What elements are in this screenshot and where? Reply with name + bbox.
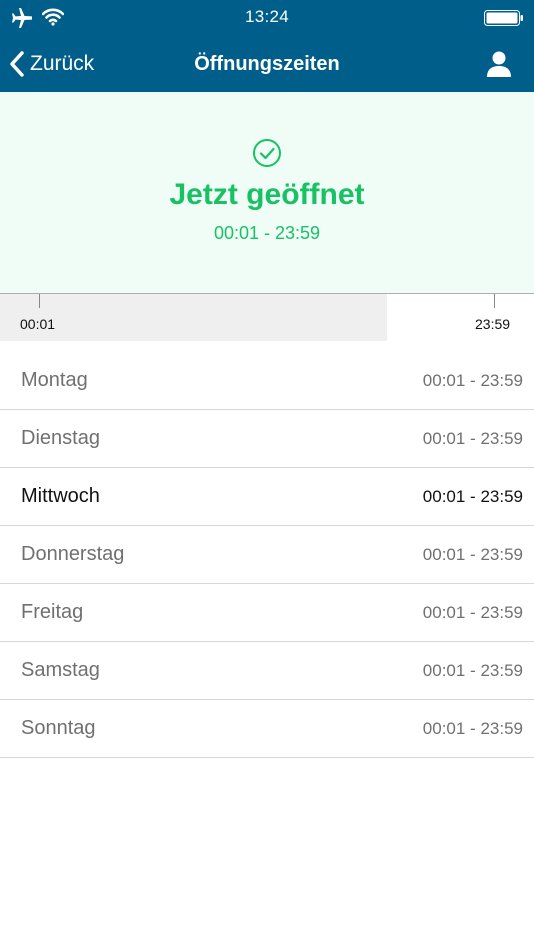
day-hours: 00:01 - 23:59 — [422, 487, 523, 506]
day-hours: 00:01 - 23:59 — [422, 661, 523, 680]
day-name: Samstag — [21, 659, 100, 681]
day-row-tuesday: Dienstag 00:01 - 23:59 — [0, 410, 534, 468]
day-name: Donnerstag — [21, 543, 125, 565]
time-progress-fill — [0, 294, 388, 341]
day-name: Dienstag — [21, 427, 100, 449]
timeline-start-label: 00:01 — [20, 316, 56, 332]
timeline-start-tick — [39, 294, 40, 308]
day-hours: 00:01 - 23:59 — [422, 545, 523, 564]
day-row-saturday: Samstag 00:01 - 23:59 — [0, 642, 534, 700]
timeline-end-tick — [494, 294, 495, 308]
day-name: Montag — [21, 369, 88, 391]
status-time: 13:24 — [244, 7, 290, 26]
navigation-bar: Zurück Öffnungszeiten — [0, 36, 534, 92]
status-bar: 13:24 — [0, 0, 534, 36]
page-title: Öffnungszeiten — [194, 53, 340, 75]
open-status: Jetzt geöffnet — [169, 178, 365, 211]
day-hours: 00:01 - 23:59 — [422, 429, 523, 448]
day-name: Sonntag — [21, 717, 96, 739]
day-row-friday: Freitag 00:01 - 23:59 — [0, 584, 534, 642]
opening-hours-list: Montag 00:01 - 23:59 Dienstag 00:01 - 23… — [0, 352, 534, 758]
day-row-monday: Montag 00:01 - 23:59 — [0, 352, 534, 410]
timeline-end-label: 23:59 — [475, 316, 511, 332]
checkmark-circle-icon — [253, 139, 281, 167]
day-hours: 00:01 - 23:59 — [422, 719, 523, 738]
battery-icon — [484, 10, 523, 26]
day-name: Freitag — [21, 601, 84, 623]
day-hours: 00:01 - 23:59 — [422, 371, 523, 390]
day-row-sunday: Sonntag 00:01 - 23:59 — [0, 700, 534, 758]
person-icon[interactable] — [484, 49, 514, 79]
day-row-wednesday: Mittwoch 00:01 - 23:59 — [0, 468, 534, 526]
open-hours: 00:01 - 23:59 — [213, 223, 321, 243]
current-status-panel: Jetzt geöffnet 00:01 - 23:59 — [0, 92, 534, 294]
time-progress-bar: 00:01 23:59 — [0, 294, 534, 341]
day-row-thursday: Donnerstag 00:01 - 23:59 — [0, 526, 534, 584]
day-name: Mittwoch — [21, 485, 100, 507]
day-hours: 00:01 - 23:59 — [422, 603, 523, 622]
